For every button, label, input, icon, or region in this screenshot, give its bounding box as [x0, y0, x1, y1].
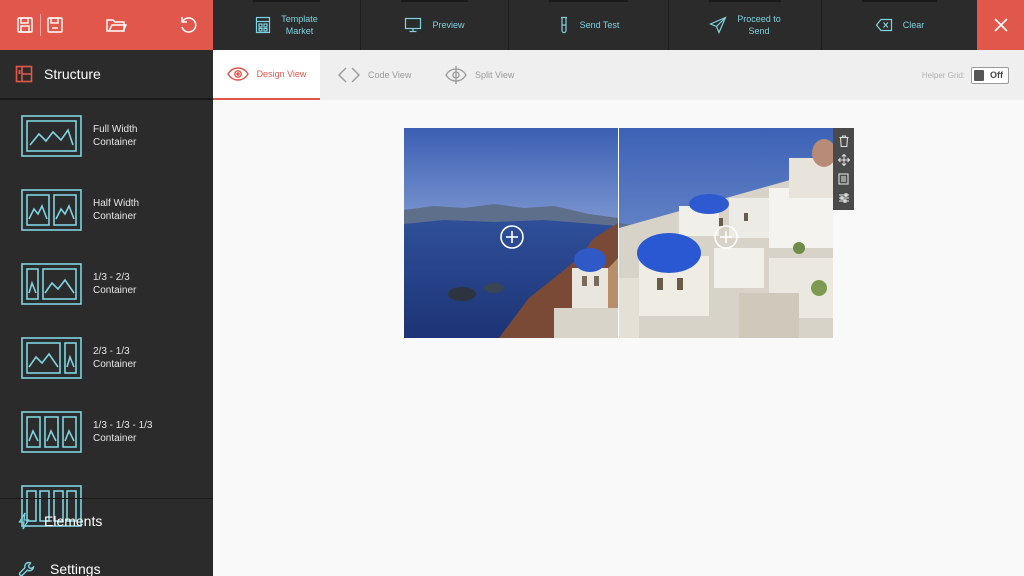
copy-icon	[838, 172, 849, 185]
settings-panel-button[interactable]: Settings	[18, 560, 101, 576]
main-toolbar: Template Market Preview Send Test Procee…	[213, 0, 977, 50]
block-settings-button[interactable]	[837, 191, 851, 205]
full-width-container-item[interactable]: Full Width Container	[21, 114, 211, 158]
add-content-left-icon[interactable]	[499, 224, 525, 250]
tab-code-view[interactable]: Code View	[338, 50, 411, 100]
toolbar-item-indicator	[549, 0, 628, 2]
half-width-container-item[interactable]: Half Width Container	[21, 188, 211, 232]
structure-icon	[15, 65, 33, 83]
template-market-label: Template Market	[281, 14, 318, 36]
full-width-container-label: Full Width Container	[93, 124, 138, 148]
view-tabs-bar: Design View Code View Split View Helper …	[213, 50, 1024, 100]
code-view-label: Code View	[368, 70, 412, 80]
sidebar-divider	[0, 498, 213, 499]
wrench-icon	[18, 561, 35, 576]
save-as-icon[interactable]	[43, 13, 67, 37]
toolbar-item-indicator	[253, 0, 320, 2]
close-editor-button[interactable]	[977, 0, 1024, 50]
monitor-icon	[405, 17, 422, 33]
structure-sidebar: Structure Full Width Container Half Widt…	[0, 50, 213, 576]
trash-icon	[839, 134, 848, 147]
two-thirds-one-third-container-label: 2/3 - 1/3 Container	[93, 346, 137, 370]
top-action-bar	[0, 0, 213, 50]
helper-grid-toggle[interactable]: Off	[971, 67, 1009, 84]
split-eye-icon	[445, 66, 467, 84]
helper-grid-label: Helper Grid:	[921, 71, 965, 80]
proceed-to-send-button[interactable]: Proceed to Send	[669, 0, 822, 50]
clear-button[interactable]: Clear	[822, 0, 977, 50]
eye-icon	[226, 67, 249, 81]
one-third-two-thirds-container-item[interactable]: 1/3 - 2/3 Container	[21, 262, 211, 306]
sliders-icon	[838, 192, 849, 203]
undo-icon[interactable]	[176, 13, 200, 37]
template-market-icon	[256, 16, 271, 34]
toolbar-item-indicator	[709, 0, 781, 2]
two-thirds-one-third-container-item[interactable]: 2/3 - 1/3 Container	[21, 336, 211, 380]
send-test-button[interactable]: Send Test	[509, 0, 669, 50]
structure-panel-header[interactable]: Structure	[0, 50, 213, 100]
three-thirds-container-label: 1/3 - 1/3 - 1/3 Container	[93, 420, 153, 444]
three-thirds-container-icon	[21, 411, 82, 453]
tab-design-view[interactable]: Design View	[213, 50, 320, 100]
open-folder-icon[interactable]	[104, 13, 128, 37]
duplicate-block-button[interactable]	[837, 172, 851, 186]
preview-label: Preview	[432, 20, 465, 30]
preview-button[interactable]: Preview	[361, 0, 509, 50]
add-content-right-icon[interactable]	[713, 224, 739, 250]
move-block-button[interactable]	[837, 153, 851, 167]
block-tools	[833, 128, 854, 210]
tab-split-view[interactable]: Split View	[445, 50, 514, 100]
helper-grid-value: Off	[990, 70, 1003, 80]
elements-panel-button[interactable]: Elements	[18, 512, 102, 530]
test-tube-icon	[560, 16, 567, 34]
code-brackets-icon	[338, 67, 360, 83]
move-arrows-icon	[837, 153, 850, 166]
paper-plane-icon	[709, 16, 727, 34]
three-thirds-container-item[interactable]: 1/3 - 1/3 - 1/3 Container	[21, 410, 211, 454]
two-thirds-one-third-container-icon	[21, 337, 82, 379]
elements-label: Elements	[44, 513, 103, 529]
settings-label: Settings	[50, 561, 101, 576]
structure-list: Full Width Container Half Width Containe…	[0, 102, 213, 548]
toolbar-item-indicator	[862, 0, 937, 2]
proceed-to-send-label: Proceed to Send	[737, 14, 781, 36]
half-width-container-icon	[21, 189, 82, 231]
one-third-two-thirds-container-label: 1/3 - 2/3 Container	[93, 272, 137, 296]
design-canvas	[213, 100, 1024, 576]
clear-label: Clear	[902, 20, 925, 30]
delete-block-button[interactable]	[837, 134, 851, 148]
toolbar-separator	[40, 14, 41, 36]
save-icon[interactable]	[13, 13, 37, 37]
helper-grid-control: Helper Grid: Off	[922, 67, 1009, 84]
structure-title: Structure	[44, 66, 101, 82]
template-market-button[interactable]: Template Market	[213, 0, 361, 50]
half-width-container-label: Half Width Container	[93, 198, 140, 222]
toggle-knob	[974, 70, 984, 81]
close-icon	[993, 18, 1008, 32]
full-width-container-icon	[21, 115, 82, 157]
send-test-label: Send Test	[579, 20, 620, 30]
toolbar-item-indicator	[401, 0, 468, 2]
design-view-label: Design View	[256, 69, 307, 79]
lightning-icon	[18, 512, 30, 530]
split-view-label: Split View	[475, 70, 515, 80]
half-width-container-block[interactable]	[404, 128, 833, 338]
one-third-two-thirds-container-icon	[21, 263, 82, 305]
clear-backspace-icon	[875, 18, 892, 32]
